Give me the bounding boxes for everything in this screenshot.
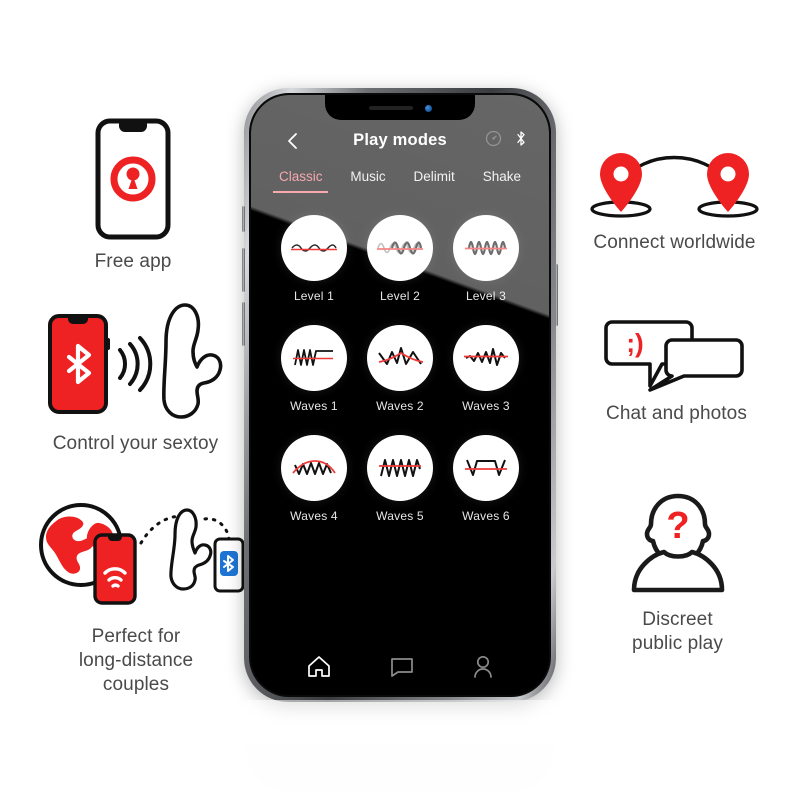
mode-cell-waves-3[interactable]: Waves 3 xyxy=(443,325,529,413)
bluetooth-icon[interactable] xyxy=(515,130,527,147)
person-icon[interactable] xyxy=(472,655,494,679)
header-icons xyxy=(485,130,527,147)
wave-peak-icon xyxy=(367,325,433,391)
phone-mockup: Play modes Classic Music Delimit Shake L… xyxy=(242,88,558,702)
tab-delimit[interactable]: Delimit xyxy=(414,169,455,193)
phone-bezel: Play modes Classic Music Delimit Shake L… xyxy=(249,93,551,697)
tab-shake[interactable]: Shake xyxy=(483,169,521,193)
mode-label: Level 1 xyxy=(293,289,335,303)
phone-bluetooth-to-toy-icon xyxy=(36,300,236,422)
wave-sine-medium-icon xyxy=(367,215,433,281)
mode-label: Waves 1 xyxy=(290,399,338,413)
feature-caption: Chat and photos xyxy=(606,403,747,424)
two-map-pins-arc-icon xyxy=(582,145,767,221)
feature-control-sextoy: Control your sextoy xyxy=(28,300,243,456)
mode-label: Level 2 xyxy=(379,289,421,303)
speech-bubbles-wink-icon: ;) xyxy=(602,318,752,392)
volume-down-button[interactable] xyxy=(242,302,245,346)
wave-sine-low-icon xyxy=(281,215,347,281)
bottom-nav xyxy=(251,655,549,679)
home-icon[interactable] xyxy=(306,655,332,679)
feature-caption: Discreet public play xyxy=(632,609,723,654)
svg-text:?: ? xyxy=(666,505,689,547)
feature-caption: Connect worldwide xyxy=(593,232,756,253)
earpiece-speaker xyxy=(369,106,413,110)
mode-label: Waves 6 xyxy=(462,509,510,523)
wink-emoticon: ;) xyxy=(626,328,643,358)
mode-cell-level-2[interactable]: Level 2 xyxy=(357,215,443,303)
power-button[interactable] xyxy=(555,264,558,326)
battery-level-icon[interactable] xyxy=(485,130,502,147)
volume-up-button[interactable] xyxy=(242,248,245,292)
mode-tabs: Classic Music Delimit Shake xyxy=(251,169,549,193)
wave-ramp-icon xyxy=(281,325,347,391)
mode-label: Waves 4 xyxy=(290,509,338,523)
mode-label: Waves 2 xyxy=(376,399,424,413)
globe-phone-toy-phone-icon xyxy=(29,495,244,615)
wave-square-icon xyxy=(453,435,519,501)
chat-bubble-icon[interactable] xyxy=(389,655,415,679)
mode-cell-level-3[interactable]: Level 3 xyxy=(443,215,529,303)
wave-zigzag-icon xyxy=(281,435,347,501)
mode-label: Waves 3 xyxy=(462,399,510,413)
phone-screen: Play modes Classic Music Delimit Shake L… xyxy=(251,95,549,695)
play-modes-grid: Level 1 Level 2 Level 3 Waves 1 Waves 2 … xyxy=(251,215,549,523)
phone-with-lock-icon xyxy=(95,118,171,240)
feature-connect-worldwide: Connect worldwide xyxy=(572,145,777,255)
mode-cell-waves-6[interactable]: Waves 6 xyxy=(443,435,529,523)
mode-label: Level 3 xyxy=(465,289,507,303)
phone-notch xyxy=(325,95,475,120)
feature-chat-photos: ;) Chat and photos xyxy=(584,318,769,426)
mode-cell-level-1[interactable]: Level 1 xyxy=(271,215,357,303)
feature-caption: Free app xyxy=(94,251,172,272)
mode-label: Waves 5 xyxy=(376,509,424,523)
mute-switch[interactable] xyxy=(242,206,245,232)
feature-long-distance: Perfect for long-distance couples xyxy=(22,495,250,697)
wave-sawtooth-icon xyxy=(367,435,433,501)
front-camera xyxy=(425,105,432,112)
mode-cell-waves-2[interactable]: Waves 2 xyxy=(357,325,443,413)
promo-canvas: Free app Control your sextoy Perfect for… xyxy=(0,0,800,800)
feature-caption: Control your sextoy xyxy=(52,433,219,454)
feature-discreet-play: ? Discreet public play xyxy=(590,490,765,656)
tab-classic[interactable]: Classic xyxy=(273,169,328,193)
phone-body: Play modes Classic Music Delimit Shake L… xyxy=(242,88,558,702)
mode-cell-waves-1[interactable]: Waves 1 xyxy=(271,325,357,413)
tab-music[interactable]: Music xyxy=(350,169,385,193)
mode-cell-waves-5[interactable]: Waves 5 xyxy=(357,435,443,523)
wave-burst-icon xyxy=(453,325,519,391)
wave-sine-high-icon xyxy=(453,215,519,281)
feature-caption: Perfect for long-distance couples xyxy=(78,626,194,695)
feature-free-app: Free app xyxy=(38,118,228,274)
anonymous-person-question-icon: ? xyxy=(618,490,738,598)
mode-cell-waves-4[interactable]: Waves 4 xyxy=(271,435,357,523)
phone-reflection xyxy=(246,700,554,792)
